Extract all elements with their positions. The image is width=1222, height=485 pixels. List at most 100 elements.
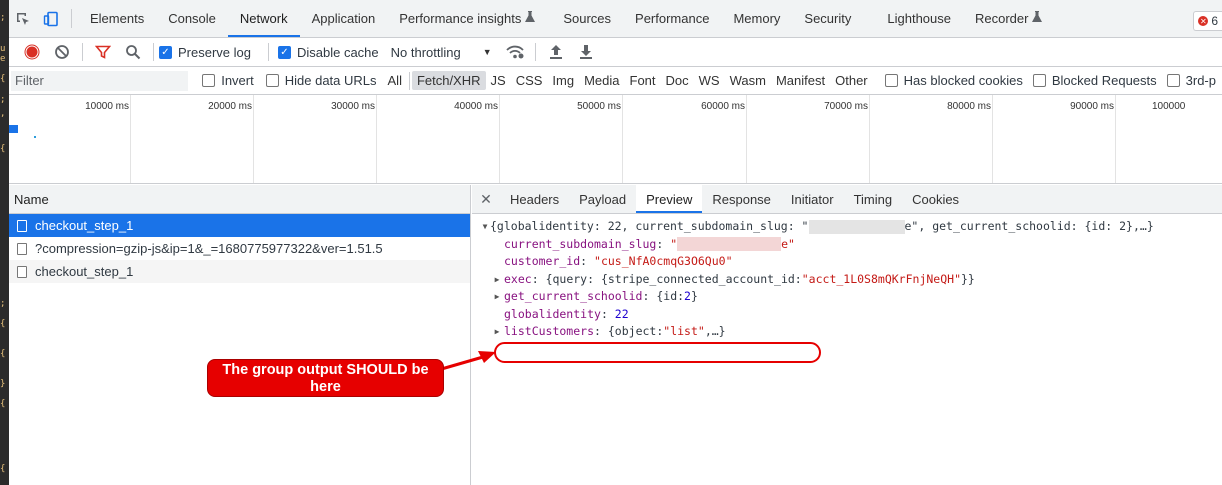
redacted-text [808,219,905,234]
timeline-gridline [376,95,377,183]
annotation-callout: The group output SHOULD be here [207,359,444,397]
inspect-element-icon[interactable] [9,0,37,37]
tab-lighthouse[interactable]: Lighthouse [875,0,963,37]
name-column-header[interactable]: Name [9,185,470,214]
tab-payload[interactable]: Payload [569,185,636,213]
tree-root-line[interactable]: ▼ {globalidentity: 22, current_subdomain… [472,218,1222,236]
experiment-flask-icon [525,11,536,26]
request-name: checkout_step_1 [35,218,134,233]
tab-timing[interactable]: Timing [844,185,903,213]
timeline-gridline [622,95,623,183]
collapsed-triangle-icon[interactable]: ▶ [492,323,502,341]
tab-elements[interactable]: Elements [78,0,156,37]
type-filter-css[interactable]: CSS [511,71,548,90]
expanded-triangle-icon[interactable]: ▼ [480,218,490,236]
tab-security[interactable]: Security [792,0,863,37]
checkbox-unchecked-icon [202,74,216,87]
timeline-tick-label: 100000 [1152,101,1186,112]
collapsed-triangle-icon[interactable]: ▶ [492,271,502,289]
type-filter-doc[interactable]: Doc [661,71,694,90]
tabbar-separator [71,9,72,28]
request-name: checkout_step_1 [35,264,134,279]
tab-console[interactable]: Console [156,0,228,37]
network-conditions-wifi-icon[interactable] [500,38,530,67]
tree-node-globalidentity[interactable]: globalidentity: 22 [472,306,1222,324]
json-preview-text: {query: {stripe_connected_account_id: [545,271,802,286]
timeline-request-bar [34,136,36,138]
throttling-value: No throttling [390,44,461,60]
tab-preview[interactable]: Preview [636,185,703,213]
json-key: current_subdomain_slug [504,236,657,251]
experiment-flask-icon [1032,11,1043,26]
hide-data-urls-checkbox[interactable]: Hide data URLs [265,73,377,88]
type-filter-js[interactable]: JS [486,71,511,90]
type-filter-img[interactable]: Img [547,71,579,90]
checkbox-unchecked-icon [1032,74,1046,87]
preserve-log-checkbox[interactable]: ✓ Preserve log [159,45,251,60]
request-row[interactable]: checkout_step_1 [9,260,470,283]
request-row[interactable]: checkout_step_1 [9,214,470,237]
request-list-pane: Name checkout_step_1 ?compression=gzip-j… [9,185,471,485]
tab-performance[interactable]: Performance [623,0,721,37]
export-har-download-icon[interactable] [571,38,601,67]
type-filter-font[interactable]: Font [625,71,661,90]
third-party-label: 3rd-p [1185,73,1216,88]
type-filter-media[interactable]: Media [579,71,624,90]
checkbox-checked-icon: ✓ [159,45,172,59]
disable-cache-checkbox[interactable]: ✓ Disable cache [277,44,379,60]
tab-sources[interactable]: Sources [551,0,623,37]
request-row[interactable]: ?compression=gzip-js&ip=1&_=168077597732… [9,237,470,260]
blocked-requests-label: Blocked Requests [1051,73,1157,88]
device-toolbar-icon[interactable] [37,0,65,37]
error-count-badge[interactable]: ✕ 6 [1193,11,1222,31]
third-party-checkbox[interactable]: 3rd-p [1166,73,1216,88]
network-filterbar: Filter Invert Hide data URLs All Fetch/X… [9,67,1222,95]
tab-application[interactable]: Application [300,0,388,37]
json-number-value: 2 [684,289,691,303]
type-filter-wasm[interactable]: Wasm [725,71,771,90]
collapsed-triangle-icon[interactable]: ▶ [492,288,502,306]
tree-node-exec[interactable]: ▶ exec: {query: {stripe_connected_accoun… [472,271,1222,289]
background-editor-strip: ; u e {;, {;{ {}{ { [0,0,9,485]
invert-label: Invert [221,73,254,88]
tab-recorder[interactable]: Recorder [963,0,1054,37]
type-filter-all[interactable]: All [383,71,407,90]
tree-node-slug[interactable]: current_subdomain_slug: " e" [472,236,1222,254]
tab-cookies[interactable]: Cookies [902,185,969,213]
tab-headers[interactable]: Headers [500,185,569,213]
close-icon[interactable]: ✕ [472,185,500,213]
json-string-value: "acct_1L0S8mQKrFnjNeQH" [801,271,961,286]
json-preview-text: } [690,289,698,303]
tab-initiator[interactable]: Initiator [781,185,844,213]
tab-performance-insights[interactable]: Performance insights [387,0,547,37]
blocked-cookies-checkbox[interactable]: Has blocked cookies [884,73,1023,88]
tab-memory[interactable]: Memory [721,0,792,37]
json-key: customer_id [504,254,581,268]
throttling-select[interactable]: No throttling ▼ [391,45,492,60]
tree-node-get-current-schoolid[interactable]: ▶ get_current_schoolid: {id: 2 } [472,288,1222,306]
timeline-tick-label: 90000 ms [1070,101,1114,112]
filter-input[interactable]: Filter [11,70,189,91]
type-filter-other[interactable]: Other [830,71,873,90]
network-overview-timeline[interactable]: 10000 ms 20000 ms 30000 ms 40000 ms 5000… [9,95,1222,184]
json-string-value: "cus_NfA0cmqG3O6Qu0" [594,254,733,268]
type-filter-ws[interactable]: WS [694,71,725,90]
invert-checkbox[interactable]: Invert [202,73,254,88]
type-filter-manifest[interactable]: Manifest [771,71,830,90]
tree-node-list-customers[interactable]: ▶ listCustomers: {object: "list" ,…} [472,323,1222,341]
toolbar-separator [153,43,154,61]
search-icon[interactable] [118,38,148,67]
timeline-tick-label: 10000 ms [85,101,129,112]
tab-response[interactable]: Response [702,185,781,213]
blocked-requests-checkbox[interactable]: Blocked Requests [1032,73,1157,88]
clear-icon[interactable] [47,38,77,67]
tab-network[interactable]: Network [227,0,300,37]
filter-separator [408,71,410,90]
json-number-value: 22 [614,306,629,321]
filter-icon[interactable] [88,38,118,67]
import-har-upload-icon[interactable] [541,38,571,67]
record-button[interactable] [17,38,47,67]
type-filter-fetch-xhr[interactable]: Fetch/XHR [411,71,486,90]
disable-cache-label: Disable cache [296,44,379,60]
tree-node-customer-id[interactable]: customer_id: "cus_NfA0cmqG3O6Qu0" [472,253,1222,271]
